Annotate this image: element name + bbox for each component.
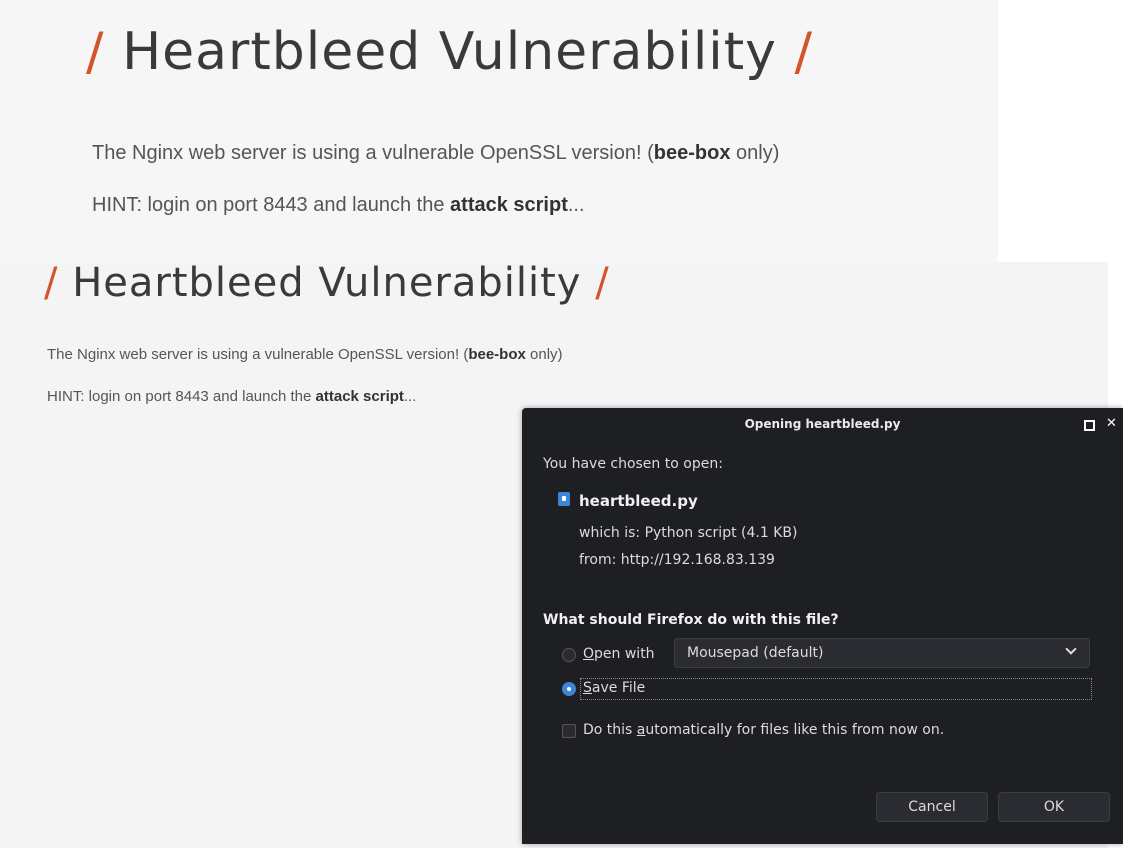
page-title-text: Heartbleed Vulnerability <box>72 260 582 306</box>
hint-paragraph: HINT: login on port 8443 and launch the … <box>47 388 416 405</box>
maximize-icon[interactable] <box>1084 408 1095 440</box>
page-panel-top: / Heartbleed Vulnerability / The Nginx w… <box>0 0 998 262</box>
hint-suffix: ... <box>567 194 585 216</box>
intro-suffix: only) <box>525 346 563 363</box>
chevron-down-icon <box>1065 643 1077 655</box>
page-title: / Heartbleed Vulnerability / <box>86 22 813 82</box>
intro-bold: bee-box <box>653 142 731 164</box>
file-source: from: http://192.168.83.139 <box>579 552 775 568</box>
page-title: / Heartbleed Vulnerability / <box>44 260 610 306</box>
hint-text: HINT: login on port 8443 and launch the <box>92 194 451 216</box>
auto-action-label[interactable]: Do this automatically for files like thi… <box>583 722 944 738</box>
close-icon[interactable]: ✕ <box>1106 408 1117 440</box>
hint-bold: attack script <box>450 194 568 216</box>
open-with-text: pen with <box>594 646 655 662</box>
intro-bold: bee-box <box>468 346 526 363</box>
intro-text: The Nginx web server is using a vulnerab… <box>47 346 469 363</box>
save-file-option[interactable]: Save File <box>580 678 1092 700</box>
save-file-text: ave File <box>591 680 646 696</box>
open-with-label[interactable]: Open with <box>583 646 655 662</box>
title-slash-left: / <box>44 260 59 306</box>
title-slash-right: / <box>595 260 610 306</box>
hint-paragraph: HINT: login on port 8443 and launch the … <box>92 194 585 217</box>
save-file-radio[interactable] <box>562 682 576 696</box>
cancel-button[interactable]: Cancel <box>876 792 988 822</box>
ok-button[interactable]: OK <box>998 792 1110 822</box>
application-select[interactable]: Mousepad (default) <box>674 638 1090 668</box>
intro-paragraph: The Nginx web server is using a vulnerab… <box>92 142 779 165</box>
action-question: What should Firefox do with this file? <box>543 612 839 628</box>
page-title-text: Heartbleed Vulnerability <box>122 22 777 82</box>
open-with-mnemonic: O <box>583 646 595 662</box>
auto-action-text: utomatically for files like this from no… <box>645 722 945 738</box>
dialog-titlebar[interactable]: Opening heartbleed.py <box>522 408 1123 440</box>
auto-action-checkbox[interactable] <box>562 724 576 738</box>
open-with-radio[interactable] <box>562 648 576 662</box>
dialog-title: Opening heartbleed.py <box>744 417 901 431</box>
python-file-icon <box>558 492 570 506</box>
file-type: which is: Python script (4.1 KB) <box>579 525 798 541</box>
auto-action-pre: Do this <box>583 722 637 738</box>
hint-suffix: ... <box>403 388 417 405</box>
title-slash-left: / <box>86 22 105 82</box>
intro-paragraph: The Nginx web server is using a vulnerab… <box>47 346 563 363</box>
save-file-label: Save File <box>583 680 645 696</box>
hint-text: HINT: login on port 8443 and launch the <box>47 388 316 405</box>
intro-suffix: only) <box>730 142 780 164</box>
attack-script-text: attack script <box>315 388 404 405</box>
application-select-value: Mousepad (default) <box>687 645 824 661</box>
save-file-mnemonic: S <box>583 680 592 696</box>
title-slash-right: / <box>794 22 813 82</box>
file-name: heartbleed.py <box>579 492 698 510</box>
download-dialog: Opening heartbleed.py ✕ You have chosen … <box>522 408 1123 844</box>
intro-text: The Nginx web server is using a vulnerab… <box>92 142 654 164</box>
dialog-intro: You have chosen to open: <box>543 456 723 472</box>
